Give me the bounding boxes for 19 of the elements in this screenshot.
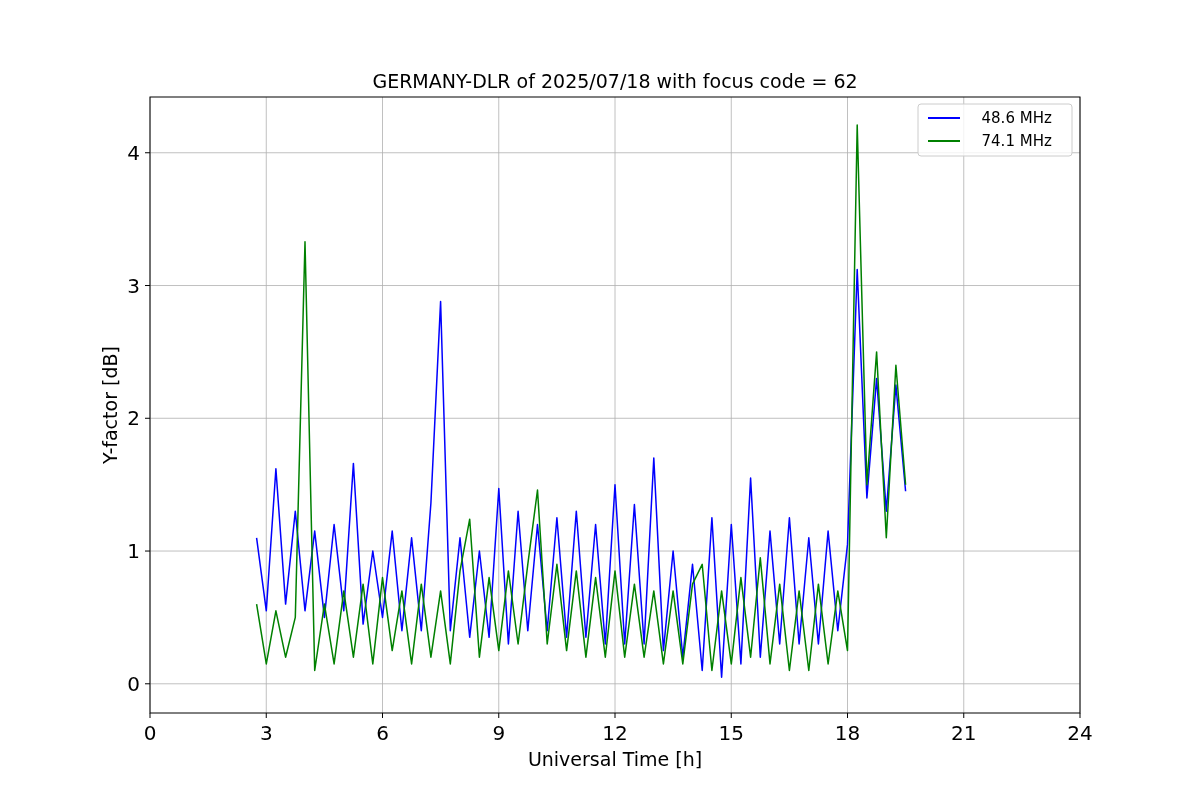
tick-label: 1 [127,539,140,564]
axis-label: Universal Time [h] [527,748,703,770]
chart-title: GERMANY-DLR of 2025/07/18 with focus code = 62 [372,70,858,92]
legend-label: 48.6 MHz [981,109,1052,127]
tick-label: 24 [1067,721,1093,745]
tick-label: 3 [127,273,140,298]
tick-label: 4 [127,140,140,165]
tick-label: 0 [143,721,157,745]
legend-label: 74.1 MHz [981,132,1052,150]
axis-label: Y-factor [dB] [99,346,121,464]
tick-label: 2 [127,406,140,431]
tick-label: 15 [718,721,744,745]
tick-label: 21 [951,721,977,745]
tick-label: 18 [834,721,861,745]
tick-label: 9 [492,721,506,745]
tick-label: 3 [259,721,273,745]
tick-label: 12 [602,721,628,745]
tick-label: 0 [127,671,140,696]
tick-label: 6 [376,721,389,745]
